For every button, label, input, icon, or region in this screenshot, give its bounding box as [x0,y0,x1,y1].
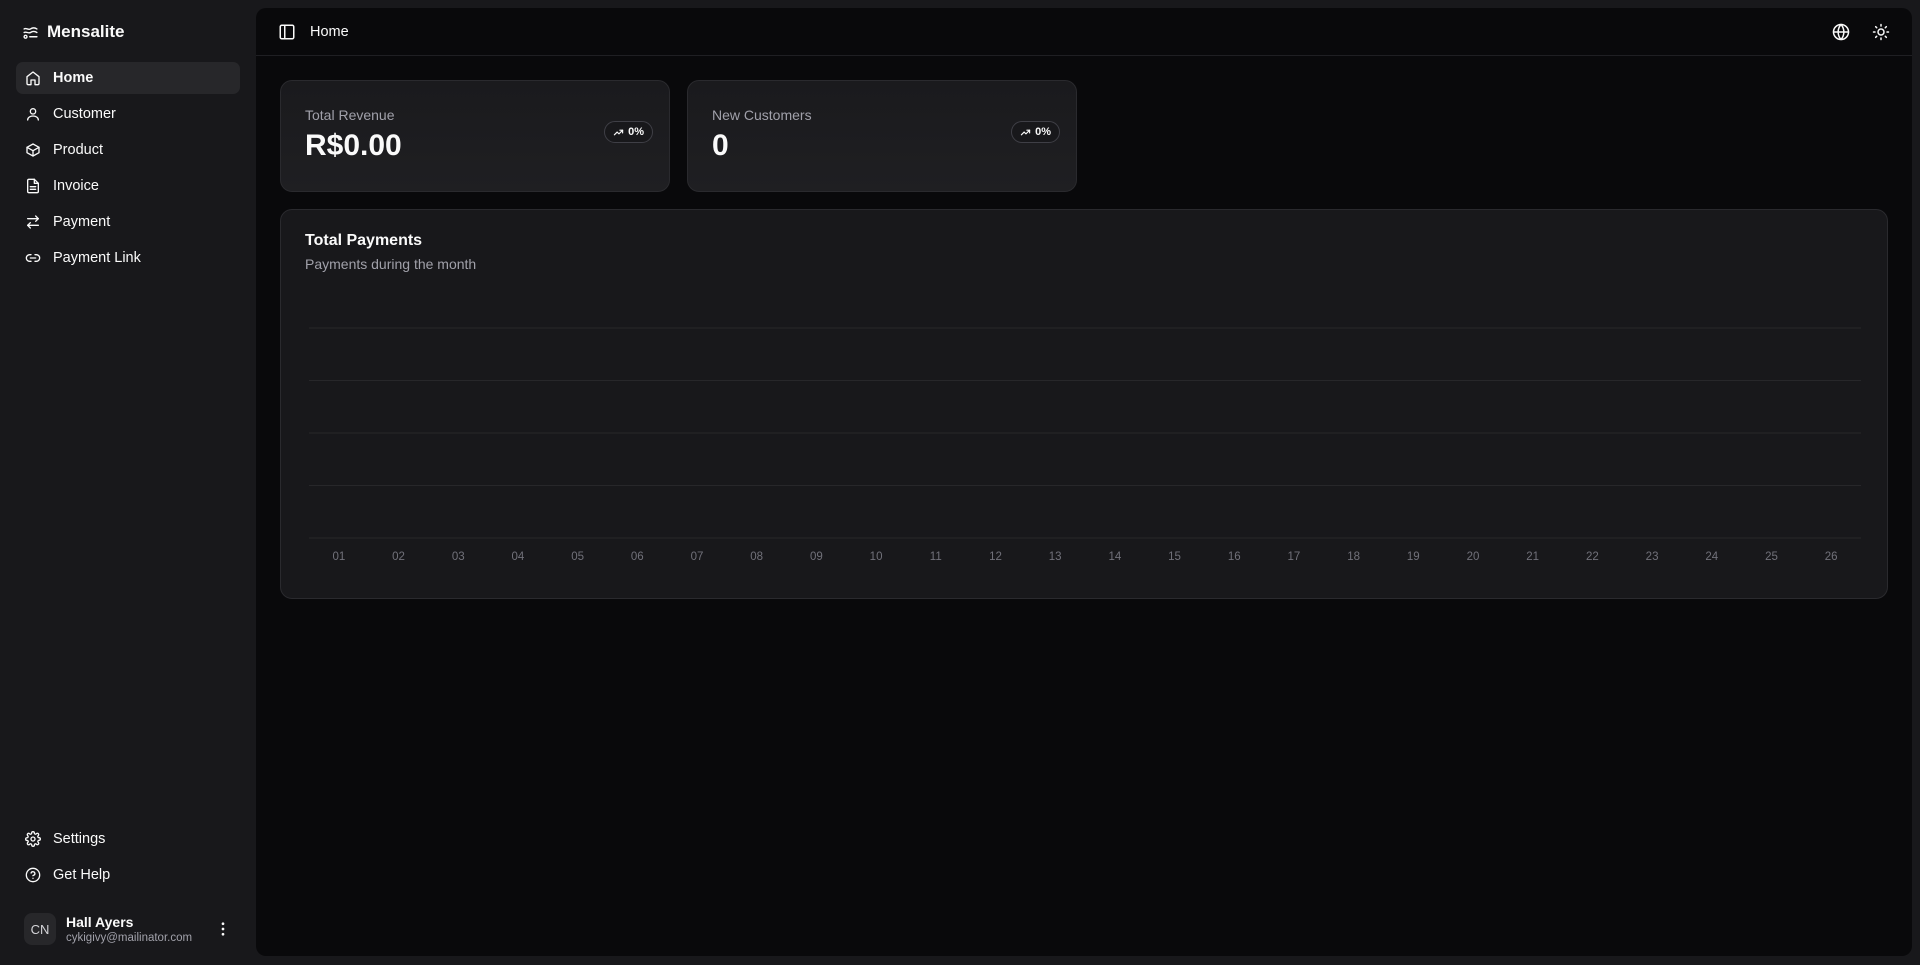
trend-badge-value: 0% [1035,126,1051,138]
sidebar-nav: Home Customer Product Invoice Payment Pa… [16,62,240,274]
sidebar: Mensalite Home Customer Product Invoice … [0,0,256,965]
logo-icon [23,26,38,39]
x-tick-label: 11 [930,551,942,563]
x-tick-label: 06 [631,551,644,563]
stat-card-total-revenue: Total Revenue R$0.00 0% [280,80,670,192]
topbar: Home [256,8,1912,56]
user-name: Hall Ayers [66,914,134,930]
sidebar-item-label: Get Help [53,867,111,883]
trend-badge-value: 0% [628,126,644,138]
brand-name: Mensalite [47,22,125,41]
dashboard-content: Total Revenue R$0.00 0% New Customers 0 … [256,56,1912,623]
x-tick-label: 15 [1168,551,1181,563]
sidebar-item-product[interactable]: Product [16,134,240,166]
x-tick-label: 21 [1526,551,1539,563]
sidebar-item-payment[interactable]: Payment [16,206,240,238]
file-icon [27,178,39,194]
sidebar-item-label: Payment Link [53,250,141,266]
stat-card-label: New Customers [712,107,812,123]
x-tick-label: 05 [571,551,584,563]
x-tick-label: 12 [989,551,1002,563]
brand[interactable]: Mensalite [16,10,240,54]
x-tick-label: 08 [750,551,763,563]
stat-card-new-customers: New Customers 0 0% [687,80,1077,192]
globe-icon[interactable] [1832,23,1850,41]
help-icon [25,867,41,883]
sidebar-item-label: Settings [53,831,106,847]
x-tick-label: 17 [1288,551,1301,563]
payments-bar-chart: 01 02 03 04 05 06 07 08 09 10 11 12 13 14 15 16 17 18 19 20… [309,327,1861,563]
x-tick-label: 07 [691,551,704,563]
sidebar-item-label: Customer [53,106,116,122]
x-tick-label: 04 [512,551,525,563]
x-tick-label: 24 [1705,551,1718,563]
breadcrumb: Home [310,23,349,40]
x-tick-label: 10 [870,551,883,563]
link-icon [25,254,41,262]
x-tick-label: 02 [392,551,405,563]
gear-icon [25,831,41,847]
topbar-actions [1832,23,1890,41]
sidebar-bottom-nav: Settings Get Help [16,823,240,891]
app: Mensalite Home Customer Product Invoice … [0,0,1920,965]
stat-card-value: R$0.00 [305,129,402,162]
trending-up-icon [613,129,624,135]
more-vertical-icon[interactable] [214,920,232,938]
x-tick-label: 09 [810,551,823,563]
home-icon [26,71,40,86]
user-menu[interactable]: CN Hall Ayers cykigivy@mailinator.com [16,903,240,955]
sidebar-item-label: Product [53,142,103,158]
sidebar-item-payment-link[interactable]: Payment Link [16,242,240,274]
x-tick-label: 22 [1586,551,1599,563]
x-tick-label: 13 [1049,551,1062,563]
x-tick-label: 14 [1108,551,1121,563]
main-panel: Home Total Revenue R$0.00 0% New Custome… [256,8,1912,956]
x-tick-label: 16 [1228,551,1241,563]
x-tick-label: 25 [1765,551,1778,563]
sun-icon[interactable] [1872,23,1890,41]
x-tick-label: 18 [1347,551,1360,563]
x-tick-label: 19 [1407,551,1420,563]
sidebar-item-invoice[interactable]: Invoice [16,170,240,202]
user-icon [27,108,39,121]
trend-badge: 0% [604,121,653,143]
sidebar-item-home[interactable]: Home [16,62,240,94]
trend-badge: 0% [1011,121,1060,143]
stat-card-value: 0 [712,129,729,162]
sidebar-item-customer[interactable]: Customer [16,98,240,130]
stat-cards: Total Revenue R$0.00 0% New Customers 0 … [280,80,1888,192]
sidebar-item-label: Home [53,70,94,86]
user-info: Hall Ayers cykigivy@mailinator.com [66,914,204,944]
sidebar-item-settings[interactable]: Settings [16,823,240,855]
x-tick-label: 20 [1467,551,1480,563]
x-tick-label: 03 [452,551,465,563]
box-icon [26,143,40,157]
user-email: cykigivy@mailinator.com [66,932,193,944]
arrows-icon [27,215,39,229]
trending-up-icon [1020,129,1031,135]
sidebar-item-label: Payment [53,214,111,230]
x-tick-label: 26 [1825,551,1838,563]
avatar: CN [24,913,56,945]
x-tick-label: 01 [332,551,345,563]
sidebar-toggle-icon[interactable] [278,23,296,41]
total-payments-chart-card: Total Payments Payments during the month… [280,209,1888,599]
stat-card-label: Total Revenue [305,107,395,123]
sidebar-item-label: Invoice [53,178,99,194]
x-tick-label: 23 [1646,551,1659,563]
sidebar-item-get-help[interactable]: Get Help [16,859,240,891]
